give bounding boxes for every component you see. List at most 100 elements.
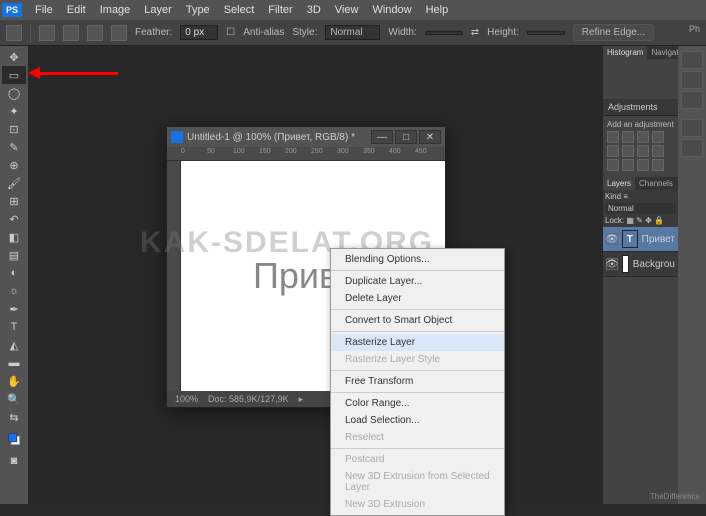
pen-tool[interactable]: ✒ bbox=[2, 300, 26, 318]
document-titlebar[interactable]: Untitled-1 @ 100% (Привет, RGB/8) * — □ … bbox=[167, 127, 445, 147]
window-maximize-button[interactable]: □ bbox=[395, 130, 417, 144]
layer-thumbnail-text[interactable]: T bbox=[622, 230, 638, 248]
move-tool[interactable]: ✥ bbox=[2, 48, 26, 66]
adj-gradient-icon[interactable] bbox=[652, 159, 664, 171]
cmi-color-range[interactable]: Color Range... bbox=[331, 395, 504, 412]
adj-photo-filter-icon[interactable] bbox=[652, 145, 664, 157]
selection-intersect-icon[interactable] bbox=[111, 25, 127, 41]
cmi-free-transform[interactable]: Free Transform bbox=[331, 373, 504, 390]
kind-select[interactable]: ≡ bbox=[623, 192, 628, 201]
lock-position-icon[interactable]: ✥ bbox=[645, 216, 652, 225]
type-tool[interactable]: T bbox=[2, 318, 26, 336]
dodge-tool[interactable]: ☼ bbox=[2, 282, 26, 300]
tab-histogram[interactable]: Histogram bbox=[603, 46, 647, 59]
height-input[interactable] bbox=[527, 31, 565, 35]
foreground-background-colors[interactable] bbox=[2, 426, 26, 452]
adj-exposure-icon[interactable] bbox=[652, 131, 664, 143]
refine-edge-button[interactable]: Refine Edge... bbox=[573, 24, 654, 41]
adj-invert-icon[interactable] bbox=[607, 159, 619, 171]
adj-levels-icon[interactable] bbox=[622, 131, 634, 143]
window-minimize-button[interactable]: — bbox=[371, 130, 393, 144]
blend-mode-select[interactable]: Normal bbox=[605, 203, 676, 214]
width-input[interactable] bbox=[425, 31, 463, 35]
antialias-checkbox[interactable]: ☐ bbox=[226, 27, 235, 38]
menu-image[interactable]: Image bbox=[100, 4, 131, 16]
menu-3d[interactable]: 3D bbox=[307, 4, 321, 16]
workspace-label[interactable]: Ph bbox=[683, 22, 706, 36]
collapsed-panel-icon[interactable] bbox=[681, 119, 703, 137]
style-select[interactable]: Normal bbox=[325, 25, 380, 40]
hand-tool[interactable]: ✋ bbox=[2, 372, 26, 390]
healing-tool[interactable]: ⊕ bbox=[2, 156, 26, 174]
menu-help[interactable]: Help bbox=[426, 4, 449, 16]
blur-tool[interactable]: ◐ bbox=[2, 264, 26, 282]
menu-filter[interactable]: Filter bbox=[268, 4, 292, 16]
layer-row-text[interactable]: 👁 T Привет bbox=[603, 227, 678, 252]
lock-pixels-icon[interactable]: ✎ bbox=[636, 216, 643, 225]
selection-subtract-icon[interactable] bbox=[87, 25, 103, 41]
swap-icon[interactable]: ⇄ bbox=[471, 27, 479, 38]
zoom-tool[interactable]: 🔍 bbox=[2, 390, 26, 408]
tool-preset-icon[interactable] bbox=[6, 25, 22, 41]
annotation-arrow bbox=[28, 72, 118, 76]
lasso-tool[interactable]: ◯ bbox=[2, 84, 26, 102]
lock-all-icon[interactable]: 🔒 bbox=[654, 216, 664, 225]
layer-row-background[interactable]: 👁 Backgrou bbox=[603, 252, 678, 277]
collapsed-panel-icon[interactable] bbox=[681, 139, 703, 157]
window-close-button[interactable]: ✕ bbox=[419, 130, 441, 144]
tools-panel: ✥ ▭ ◯ ✦ ⊡ ✎ ⊕ 🖌 ⊞ ↶ ◧ ▤ ◐ ☼ ✒ T ◭ ▬ ✋ 🔍 … bbox=[0, 46, 28, 504]
menu-select[interactable]: Select bbox=[224, 4, 255, 16]
layer-thumbnail-bg[interactable] bbox=[622, 255, 629, 273]
collapsed-panel-icon[interactable] bbox=[681, 91, 703, 109]
selection-add-icon[interactable] bbox=[63, 25, 79, 41]
adj-hue-icon[interactable] bbox=[622, 145, 634, 157]
tab-layers[interactable]: Layers bbox=[603, 177, 635, 190]
shape-tool[interactable]: ▬ bbox=[2, 354, 26, 372]
menu-view[interactable]: View bbox=[335, 4, 359, 16]
adj-vibrance-icon[interactable] bbox=[607, 145, 619, 157]
statusbar-arrow-icon[interactable]: ▸ bbox=[299, 394, 304, 405]
cmi-convert-smart-object[interactable]: Convert to Smart Object bbox=[331, 312, 504, 329]
menu-file[interactable]: File bbox=[35, 4, 53, 16]
history-brush-tool[interactable]: ↶ bbox=[2, 210, 26, 228]
layer-name[interactable]: Backgrou bbox=[633, 259, 675, 270]
tab-adjustments[interactable]: Adjustments bbox=[603, 99, 678, 116]
visibility-toggle[interactable]: 👁 bbox=[606, 233, 618, 245]
menu-window[interactable]: Window bbox=[372, 4, 411, 16]
zoom-level[interactable]: 100% bbox=[175, 394, 198, 404]
tab-channels[interactable]: Channels bbox=[635, 177, 677, 190]
eraser-tool[interactable]: ◧ bbox=[2, 228, 26, 246]
brush-tool[interactable]: 🖌 bbox=[2, 174, 26, 192]
stamp-tool[interactable]: ⊞ bbox=[2, 192, 26, 210]
quickmask-icon[interactable]: ◙ bbox=[2, 452, 26, 470]
adj-bw-icon[interactable] bbox=[637, 145, 649, 157]
selection-new-icon[interactable] bbox=[39, 25, 55, 41]
collapsed-panel-icon[interactable] bbox=[681, 71, 703, 89]
visibility-toggle[interactable]: 👁 bbox=[606, 258, 618, 270]
menu-edit[interactable]: Edit bbox=[67, 4, 86, 16]
color-swap-icon[interactable]: ⇆ bbox=[2, 408, 26, 426]
path-tool[interactable]: ◭ bbox=[2, 336, 26, 354]
adj-posterize-icon[interactable] bbox=[622, 159, 634, 171]
adj-brightness-icon[interactable] bbox=[607, 131, 619, 143]
cmi-load-selection[interactable]: Load Selection... bbox=[331, 412, 504, 429]
wand-tool[interactable]: ✦ bbox=[2, 102, 26, 120]
menu-type[interactable]: Type bbox=[186, 4, 210, 16]
menu-layer[interactable]: Layer bbox=[144, 4, 172, 16]
eyedropper-tool[interactable]: ✎ bbox=[2, 138, 26, 156]
cmi-rasterize-layer[interactable]: Rasterize Layer bbox=[331, 334, 504, 351]
adj-threshold-icon[interactable] bbox=[637, 159, 649, 171]
crop-tool[interactable]: ⊡ bbox=[2, 120, 26, 138]
lock-transparent-icon[interactable]: ▦ bbox=[626, 216, 634, 225]
layer-name[interactable]: Привет bbox=[642, 234, 675, 245]
cmi-duplicate-layer[interactable]: Duplicate Layer... bbox=[331, 273, 504, 290]
doc-size[interactable]: Doc: 585,9K/127,9K bbox=[208, 394, 289, 404]
cmi-delete-layer[interactable]: Delete Layer bbox=[331, 290, 504, 307]
feather-input[interactable]: 0 px bbox=[180, 25, 218, 40]
adj-curves-icon[interactable] bbox=[637, 131, 649, 143]
cmi-blending-options[interactable]: Blending Options... bbox=[331, 251, 504, 268]
collapsed-panel-icon[interactable] bbox=[681, 51, 703, 69]
gradient-tool[interactable]: ▤ bbox=[2, 246, 26, 264]
layers-tabs: Layers Channels Paths bbox=[603, 177, 678, 190]
marquee-tool[interactable]: ▭ bbox=[2, 66, 26, 84]
